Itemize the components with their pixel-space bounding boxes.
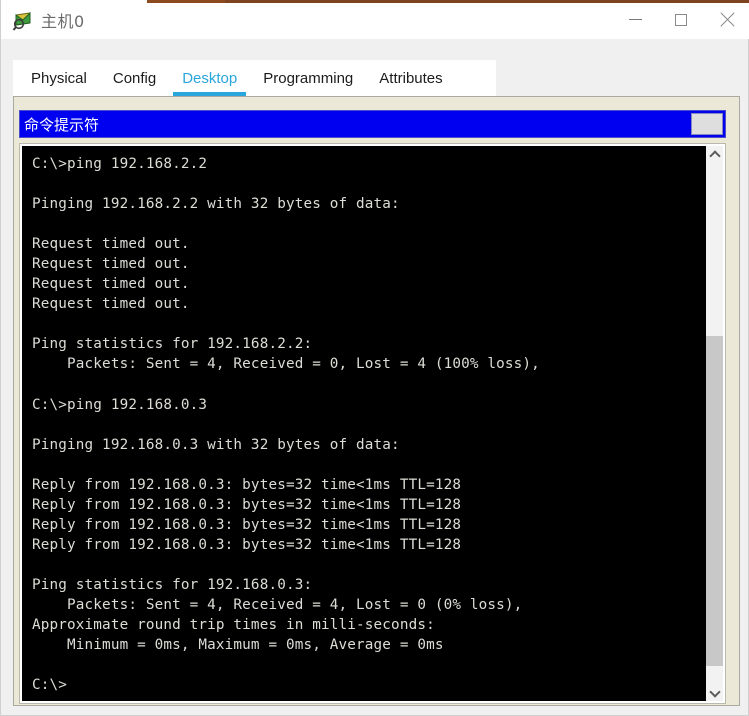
packet-tracer-device-icon (12, 10, 34, 32)
scrollbar-up-button[interactable] (706, 146, 723, 163)
command-prompt-titlebar[interactable]: 命令提示符 (19, 110, 726, 138)
tab-physical-label: Physical (31, 70, 87, 87)
tab-programming[interactable]: Programming (250, 60, 366, 96)
device-window: 主机0 Physical Config Desktop Programming (0, 0, 749, 716)
tab-config-label: Config (112, 70, 157, 87)
terminal-container: C:\>ping 192.168.2.2 Pinging 192.168.2.2… (19, 143, 726, 704)
scrollbar-down-button[interactable] (706, 684, 723, 701)
window-title: 主机0 (41, 12, 85, 31)
tab-attributes[interactable]: Attributes (366, 60, 455, 96)
window-controls (612, 0, 749, 39)
terminal-scrollbar[interactable] (706, 146, 723, 701)
command-prompt-titlebar-button[interactable] (691, 113, 723, 135)
tab-programming-label: Programming (263, 70, 354, 87)
command-prompt-title: 命令提示符 (24, 115, 100, 134)
tab-desktop[interactable]: Desktop (169, 60, 250, 96)
maximize-icon (675, 13, 687, 26)
minimize-icon (628, 19, 642, 20)
terminal-text: C:\>ping 192.168.2.2 Pinging 192.168.2.2… (32, 156, 540, 694)
titlebar-accent-left (147, 0, 225, 3)
tab-physical[interactable]: Physical (13, 60, 100, 96)
chevron-up-icon (711, 151, 719, 159)
close-button[interactable] (704, 0, 749, 39)
window-titlebar: 主机0 (1, 0, 749, 39)
tab-attributes-label: Attributes (379, 70, 443, 87)
scrollbar-thumb[interactable] (706, 336, 723, 666)
terminal-output-area[interactable]: C:\>ping 192.168.2.2 Pinging 192.168.2.2… (22, 146, 706, 701)
maximize-button[interactable] (658, 0, 704, 39)
minimize-button[interactable] (612, 0, 658, 39)
close-icon (719, 12, 735, 28)
tab-desktop-label: Desktop (182, 70, 238, 87)
tab-config[interactable]: Config (100, 60, 169, 96)
tab-strip: Physical Config Desktop Programming Attr… (13, 60, 496, 96)
chevron-down-icon (711, 689, 719, 697)
